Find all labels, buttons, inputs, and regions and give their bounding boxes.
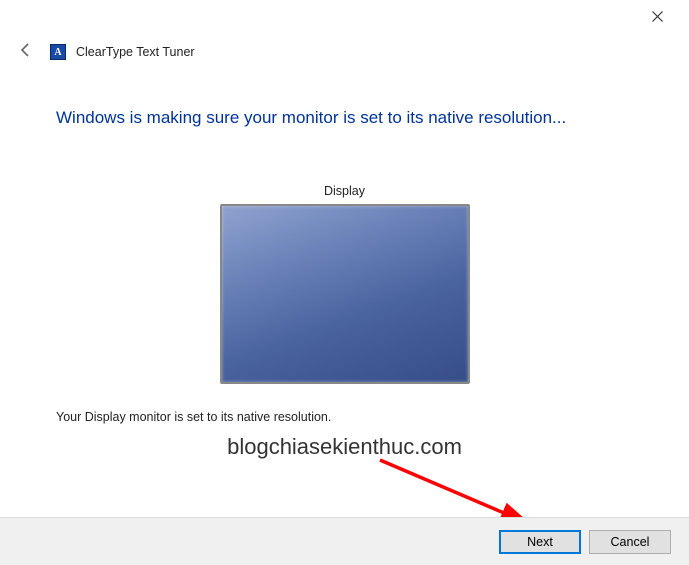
display-label: Display (56, 184, 633, 198)
close-button[interactable] (637, 2, 677, 30)
watermark-text: blogchiasekienthuc.com (227, 434, 462, 460)
display-preview-area: Display (56, 184, 633, 384)
content-area: Windows is making sure your monitor is s… (0, 72, 689, 424)
page-heading: Windows is making sure your monitor is s… (56, 108, 633, 128)
header: A ClearType Text Tuner (0, 32, 689, 72)
titlebar (0, 0, 689, 32)
next-button[interactable]: Next (499, 530, 581, 554)
monitor-preview-icon (220, 204, 470, 384)
cancel-button[interactable]: Cancel (589, 530, 671, 554)
app-icon: A (50, 44, 66, 60)
back-arrow-icon[interactable] (12, 38, 40, 66)
status-text: Your Display monitor is set to its nativ… (56, 410, 633, 424)
footer: Next Cancel (0, 517, 689, 565)
window-title: ClearType Text Tuner (76, 45, 195, 59)
